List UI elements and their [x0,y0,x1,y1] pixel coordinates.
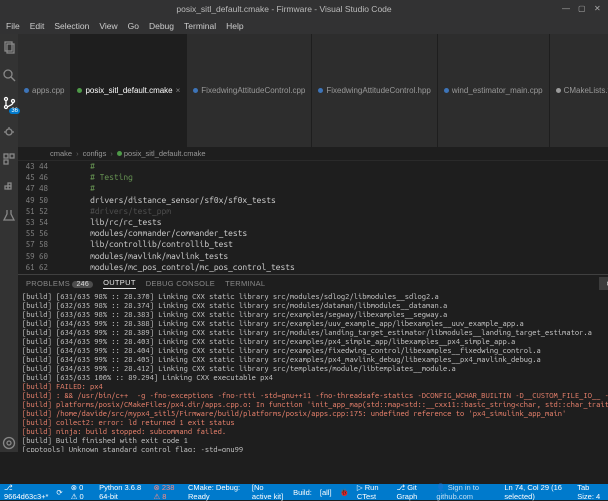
cursor-position[interactable]: Ln 74, Col 29 (16 selected) [504,483,569,501]
gear-icon [2,436,16,450]
maximize-button[interactable]: ▢ [578,5,586,13]
problems-count-badge: 246 [72,281,93,288]
output-channel-select[interactable]: CMake/Build [599,277,608,290]
chevron-right-icon: › [110,149,113,158]
git-graph-button[interactable]: ⎇ Git Graph [396,483,428,501]
menu-view[interactable]: View [99,21,117,31]
file-type-icon [24,88,29,93]
search-tab[interactable] [0,66,18,84]
debug-tab[interactable] [0,122,18,140]
files-icon [2,40,16,54]
menu-selection[interactable]: Selection [54,21,89,31]
python-interpreter[interactable]: Python 3.6.8 64-bit [99,483,145,501]
git-branch-status[interactable]: ⎇ 9664d63c3+* [4,483,48,501]
close-window-button[interactable]: ✕ [594,5,602,13]
close-tab-button[interactable]: × [176,86,181,95]
tab-label: wind_estimator_main.cpp [452,86,543,95]
menu-go[interactable]: Go [128,21,139,31]
editor-tab[interactable]: FixedwingAttitudeControl.hpp [312,34,438,147]
github-signin[interactable]: 👤 Sign in to github.com [436,483,496,501]
error-count[interactable]: ⊗ 0 ⚠ 0 [71,483,91,501]
indentation-status[interactable]: Tab Size: 4 [577,483,604,501]
docker-icon [2,180,16,194]
build-button[interactable]: Build: [293,488,312,497]
build-target[interactable]: [all] [320,488,332,497]
extensions-icon [2,152,16,166]
minimize-button[interactable]: — [562,5,570,13]
docker-tab[interactable] [0,178,18,196]
file-type-icon [318,88,323,93]
breadcrumb[interactable]: cmake› configs› posix_sitl_default.cmake [18,147,608,161]
editor-tab[interactable]: apps.cpp [18,34,71,147]
run-ctest-button[interactable]: ▷ Run CTest [357,483,389,501]
breadcrumb-item[interactable]: cmake [50,149,72,158]
menu-debug[interactable]: Debug [149,21,174,31]
tab-label: apps.cpp [32,86,64,95]
build-error-count[interactable]: ⊗ 238 ⚠ 8 [154,483,181,501]
status-bar: ⎇ 9664d63c3+* ⟳ ⊗ 0 ⚠ 0 Python 3.6.8 64-… [0,484,608,500]
menu-bar: File Edit Selection View Go Debug Termin… [0,18,608,34]
activity-bar: 36 [0,34,18,452]
explorer-tab[interactable] [0,38,18,56]
output-content[interactable]: [build] [631/635 98% :: 28.370] Linking … [18,291,608,452]
editor-tab[interactable]: posix_sitl_default.cmake × [71,34,187,147]
breadcrumb-item[interactable]: posix_sitl_default.cmake [117,149,206,158]
scm-badge: 36 [9,108,20,114]
chevron-right-icon: › [76,149,79,158]
scm-tab[interactable]: 36 [0,94,18,112]
sync-button[interactable]: ⟳ [56,488,62,497]
line-number-gutter[interactable]: 43 44 45 46 47 48 49 50 51 52 53 54 55 5… [18,161,52,274]
editor-tab[interactable]: wind_estimator_main.cpp [438,34,550,147]
menu-help[interactable]: Help [226,21,243,31]
panel-tab-output[interactable]: OUTPUT [103,278,136,289]
debug-button[interactable]: 🐞 [340,488,349,497]
file-type-icon [193,88,198,93]
editor-tab-bar: apps.cpp posix_sitl_default.cmake × Fixedwi… [18,34,608,147]
title-bar: posix_sitl_default.cmake - Firmware - Vi… [0,0,608,18]
tab-label: FixedwingAttitudeControl.hpp [326,86,431,95]
panel-tab-problems[interactable]: PROBLEMS 246 [26,279,93,288]
tab-label: FixedwingAttitudeControl.cpp [201,86,305,95]
file-type-icon [556,88,561,93]
breadcrumb-item[interactable]: configs [83,149,107,158]
menu-file[interactable]: File [6,21,20,31]
editor-tab[interactable]: FixedwingAttitudeControl.cpp [187,34,312,147]
cmake-kit[interactable]: [No active kit] [252,483,285,501]
settings-tab[interactable] [0,434,18,452]
cmake-status[interactable]: CMake: Debug: Ready [188,483,244,501]
extensions-tab[interactable] [0,150,18,168]
file-type-icon [444,88,449,93]
panel-tab-terminal[interactable]: TERMINAL [225,279,265,288]
cmake-file-icon [117,151,122,156]
menu-terminal[interactable]: Terminal [184,21,216,31]
file-type-icon [77,88,82,93]
search-icon [2,68,16,82]
bug-icon [2,124,16,138]
test-tab[interactable] [0,206,18,224]
window-title: posix_sitl_default.cmake - Firmware - Vi… [6,4,562,14]
panel-tab-debug-console[interactable]: DEBUG CONSOLE [146,279,215,288]
menu-edit[interactable]: Edit [30,21,45,31]
code-editor[interactable]: # # Testing # drivers/distance_sensor/sf… [52,161,608,274]
editor-tab[interactable]: CMakeLists.txt [550,34,608,147]
bottom-panel: PROBLEMS 246 OUTPUT DEBUG CONSOLE TERMIN… [18,274,608,452]
beaker-icon [2,208,16,222]
tab-label: posix_sitl_default.cmake [85,86,172,95]
tab-label: CMakeLists.txt [564,86,608,95]
